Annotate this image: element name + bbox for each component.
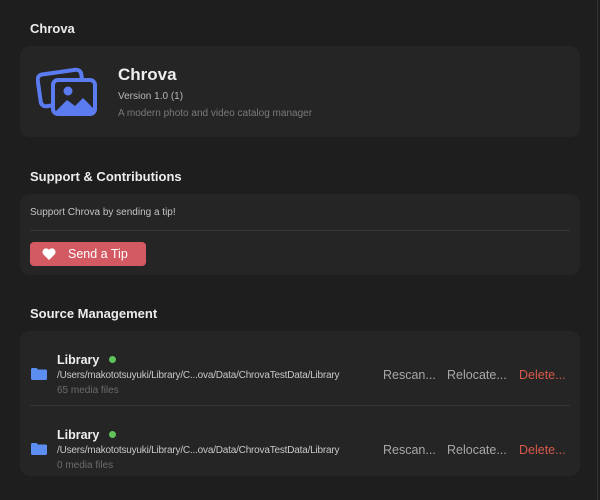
section-title-sources: Source Management: [30, 306, 158, 321]
source-name: Library: [57, 353, 100, 367]
window-edge: [597, 0, 598, 500]
folder-icon: [31, 368, 47, 380]
status-dot-icon: [109, 431, 116, 438]
heart-icon: [42, 248, 56, 260]
source-row: Library /Users/makototsuyuki/Library/C..…: [20, 338, 580, 398]
rescan-button[interactable]: Rescan...: [383, 443, 436, 457]
app-description: A modern photo and video catalog manager: [118, 108, 313, 119]
media-count: 65 media files: [57, 385, 119, 396]
rescan-button[interactable]: Rescan...: [383, 368, 436, 382]
section-title-about: Chrova: [30, 21, 75, 36]
folder-icon: [31, 443, 47, 455]
media-count: 0 media files: [57, 460, 114, 471]
source-path: /Users/makototsuyuki/Library/C...ova/Dat…: [57, 445, 340, 456]
app-logo-icon: [36, 67, 97, 116]
app-version: Version 1.0 (1): [118, 91, 184, 102]
send-tip-label: Send a Tip: [68, 247, 128, 261]
support-text: Support Chrova by sending a tip!: [30, 207, 176, 218]
send-tip-button[interactable]: Send a Tip: [30, 242, 146, 266]
section-title-support: Support & Contributions: [30, 169, 182, 184]
about-card: Chrova Version 1.0 (1) A modern photo an…: [20, 46, 580, 137]
app-name: Chrova: [118, 65, 177, 84]
delete-button[interactable]: Delete...: [519, 368, 566, 382]
relocate-button[interactable]: Relocate...: [447, 443, 507, 457]
source-name: Library: [57, 428, 100, 442]
source-row: Library /Users/makototsuyuki/Library/C..…: [20, 413, 580, 473]
source-path: /Users/makototsuyuki/Library/C...ova/Dat…: [57, 370, 340, 381]
support-card: Support Chrova by sending a tip! Send a …: [20, 194, 580, 275]
delete-button[interactable]: Delete...: [519, 443, 566, 457]
divider: [30, 405, 570, 406]
source-list: Library /Users/makototsuyuki/Library/C..…: [20, 331, 580, 476]
divider: [30, 230, 570, 231]
relocate-button[interactable]: Relocate...: [447, 368, 507, 382]
status-dot-icon: [109, 356, 116, 363]
